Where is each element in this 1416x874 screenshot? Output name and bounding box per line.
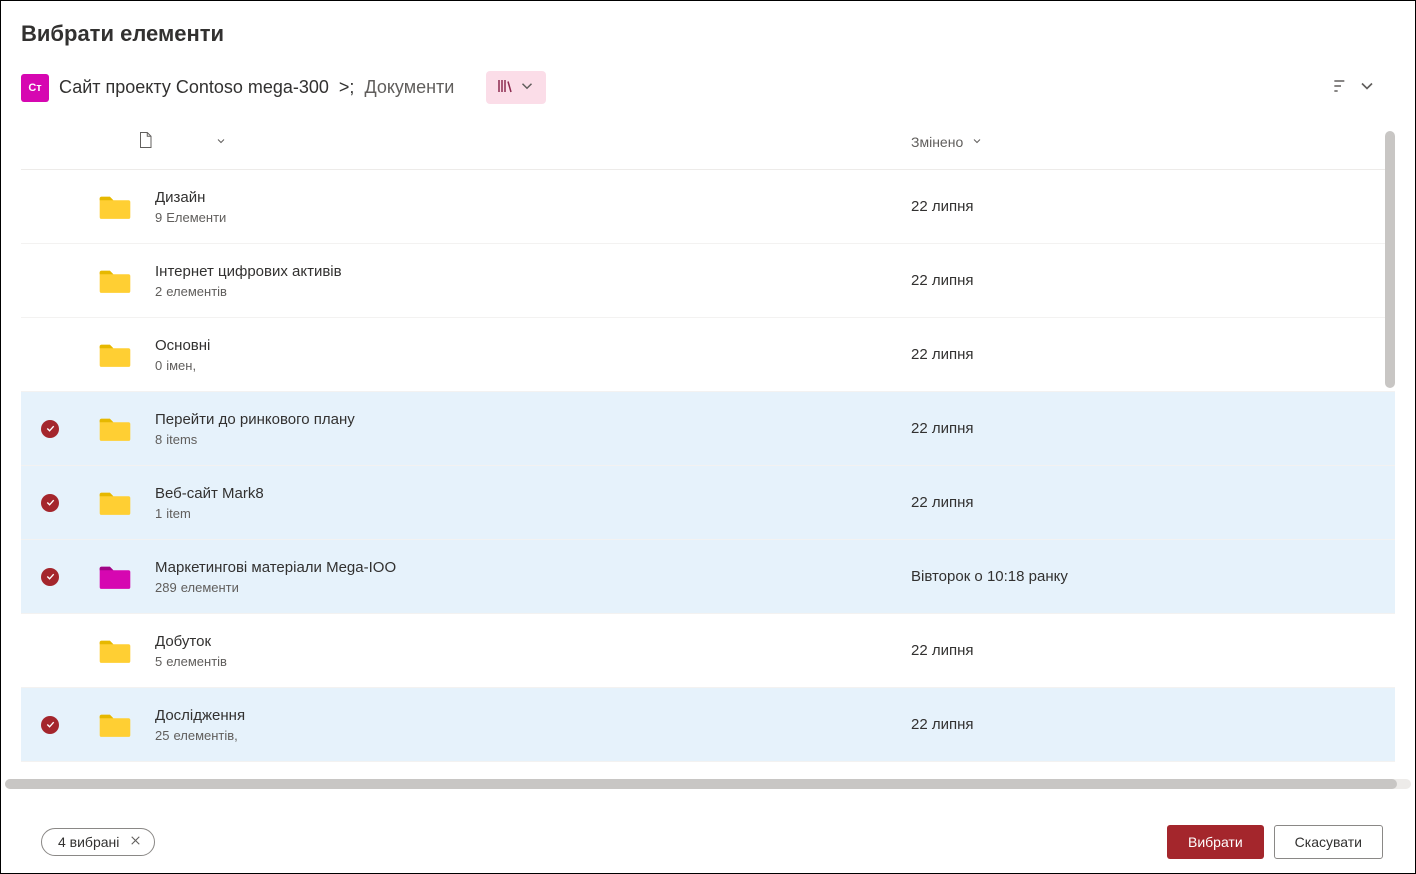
chevron-down-icon [1357,76,1377,99]
list-item[interactable]: Маркетингові матеріали Mega-IOO 289 елем… [21,540,1395,614]
select-button[interactable]: Вибрати [1167,825,1264,859]
modified-column-header[interactable]: Змінено [911,134,1351,150]
site-icon: Ст [21,74,49,102]
dialog-title: Вибрати елементи [21,21,1395,47]
item-name: Перейти до ринкового плану [155,411,911,428]
library-view-toggle[interactable] [486,71,546,104]
chevron-down-icon [971,134,983,150]
list-item[interactable]: Основні 0 імен, 22 липня [21,318,1395,392]
chevron-down-icon [518,77,536,98]
item-name: Добуток [155,633,911,650]
item-count: 25 [155,728,169,743]
list-item[interactable]: Інтернет цифрових активів 2 елементів 22… [21,244,1395,318]
list-item[interactable]: Дослідження 25 елементів, 22 липня [21,688,1395,762]
cancel-button[interactable]: Скасувати [1274,825,1383,859]
item-modified: 22 липня [911,346,1351,363]
file-list: Змінено Дизайн 9 Елементи 22 липня [21,114,1395,807]
folder-icon [95,637,135,665]
folder-icon [95,415,135,443]
sort-menu-button[interactable] [1323,72,1385,103]
row-checkbox[interactable] [35,420,65,438]
file-type-column-icon[interactable] [136,129,154,154]
item-count: 0 [155,358,162,373]
item-count-label: item [166,506,191,521]
breadcrumb-separator: >; [339,77,355,98]
item-name: Дизайн [155,189,911,206]
item-count-label: імен, [166,358,196,373]
selection-count-chip[interactable]: 4 вибрані [41,828,155,856]
row-checkbox[interactable] [35,716,65,734]
list-item[interactable]: Перейти до ринкового плану 8 items 22 ли… [21,392,1395,466]
item-count-label: Елементи [166,210,226,225]
item-count: 5 [155,654,162,669]
item-count: 2 [155,284,162,299]
item-name: Основні [155,337,911,354]
row-checkbox[interactable] [35,568,65,586]
close-icon[interactable] [129,834,142,850]
modified-column-label: Змінено [911,134,963,150]
item-modified: 22 липня [911,272,1351,289]
folder-icon [95,267,135,295]
vertical-scrollbar[interactable] [1385,131,1395,773]
library-icon [496,77,514,98]
sort-icon [1331,76,1351,99]
item-name: Веб-сайт Mark8 [155,485,911,502]
folder-icon [95,341,135,369]
item-modified: 22 липня [911,198,1351,215]
list-item[interactable]: Добуток 5 елементів 22 липня [21,614,1395,688]
list-item[interactable]: Дизайн 9 Елементи 22 липня [21,170,1395,244]
item-count-label: елементи [181,580,239,595]
item-modified: Вівторок о 10:18 ранку [911,568,1351,585]
row-checkbox[interactable] [35,494,65,512]
folder-icon [95,711,135,739]
selection-count-label: 4 вибрані [58,834,119,850]
horizontal-scrollbar[interactable] [5,779,1411,789]
item-modified: 22 липня [911,716,1351,733]
item-count-label: елементів [166,654,227,669]
item-count: 9 [155,210,162,225]
item-name: Інтернет цифрових активів [155,263,911,280]
name-column-header[interactable] [165,134,911,150]
item-count-label: елементів, [173,728,237,743]
item-count: 289 [155,580,177,595]
chevron-down-icon [215,134,227,150]
breadcrumb-site[interactable]: Сайт проекту Contoso mega-300 [59,77,329,98]
folder-icon [95,489,135,517]
item-count: 1 [155,506,162,521]
item-name: Маркетингові матеріали Mega-IOO [155,559,911,576]
item-modified: 22 липня [911,420,1351,437]
item-count-label: items [166,432,197,447]
item-modified: 22 липня [911,494,1351,511]
item-count-label: елементів [166,284,227,299]
folder-icon [95,193,135,221]
item-name: Дослідження [155,707,911,724]
breadcrumb: Ст Сайт проекту Contoso mega-300 >; Доку… [21,71,1395,104]
item-count: 8 [155,432,162,447]
folder-icon [95,563,135,591]
list-header: Змінено [21,114,1395,170]
list-item[interactable]: Веб-сайт Mark8 1 item 22 липня [21,466,1395,540]
breadcrumb-current: Документи [364,77,454,98]
item-modified: 22 липня [911,642,1351,659]
dialog-footer: 4 вибрані Вибрати Скасувати [21,807,1395,873]
